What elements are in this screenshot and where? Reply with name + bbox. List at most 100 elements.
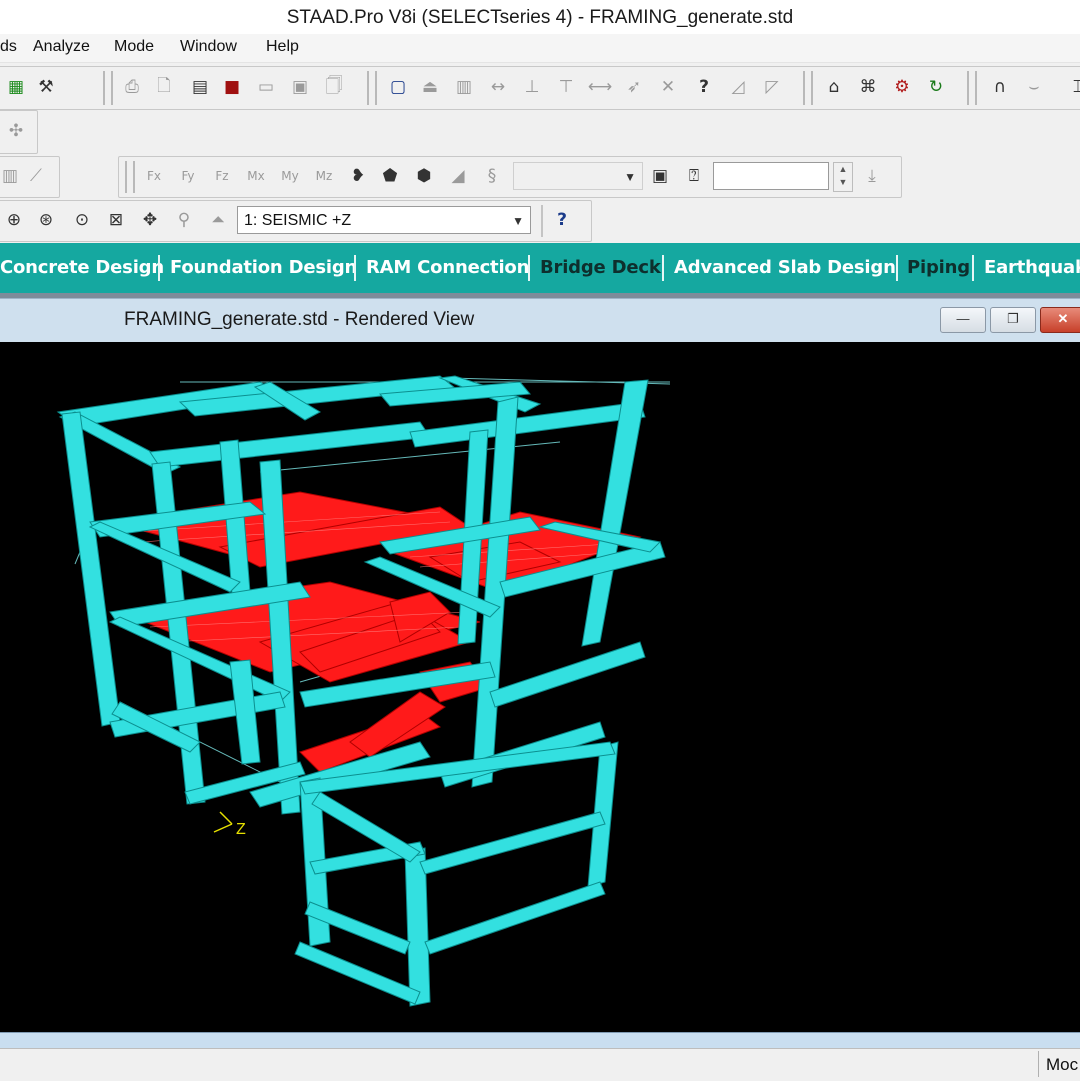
member-query-icon[interactable]: ⌘ — [855, 74, 881, 100]
toolbar-grip[interactable] — [967, 71, 977, 105]
beam-icon[interactable]: ▥ — [451, 74, 477, 100]
grid-icon[interactable]: ▥ — [0, 163, 23, 189]
restore-button[interactable]: ❐ — [990, 307, 1036, 333]
force-fx-button[interactable]: Fx — [141, 163, 167, 189]
selection-icon[interactable]: ✕ — [655, 74, 681, 100]
calculator-icon[interactable]: ▤ — [187, 74, 213, 100]
member-icon[interactable]: ⊤ — [553, 74, 579, 100]
magnify-icon[interactable]: ⊙ — [69, 207, 95, 233]
page-icon[interactable]: 🗍 — [321, 74, 347, 100]
help-icon[interactable]: ? — [549, 207, 575, 233]
toolbar-grip[interactable] — [367, 71, 377, 105]
load-case-select[interactable]: 1: SEISMIC +Z ▼ — [237, 206, 531, 234]
toolbar-separator — [541, 205, 543, 237]
search-icon[interactable]: ⚲ — [171, 207, 197, 233]
tab-piping[interactable]: Piping — [907, 253, 970, 283]
solid-icon[interactable]: ◸ — [759, 74, 785, 100]
report-icon[interactable]: ▣ — [287, 74, 313, 100]
scale-input[interactable] — [713, 162, 829, 190]
bend-icon[interactable]: ◢ — [445, 163, 471, 189]
cursor-icon[interactable]: ➶ — [621, 74, 647, 100]
menu-item-mode[interactable]: Mode — [114, 38, 154, 56]
help-icon[interactable]: ? — [691, 74, 717, 100]
angle-icon[interactable]: ⟋ — [23, 163, 49, 189]
tab-separator — [896, 255, 898, 281]
tab-separator — [662, 255, 664, 281]
child-window-titlebar[interactable]: FRAMING_generate.std - Rendered View — ❐… — [0, 298, 1080, 343]
ground-icon[interactable]: ⌣ — [1021, 74, 1047, 100]
support-icon[interactable]: ⏏ — [417, 74, 443, 100]
window-icon[interactable]: ▢ — [385, 74, 411, 100]
moment-my-button[interactable]: My — [277, 163, 303, 189]
property-icon[interactable]: ⚙ — [889, 74, 915, 100]
menu-item-commands[interactable]: ds — [0, 38, 17, 56]
zoom-out-icon[interactable]: ⊛ — [33, 207, 59, 233]
chevron-down-icon: ▼ — [512, 214, 524, 228]
spin-stepper[interactable]: ▲ ▼ — [833, 162, 853, 192]
toolbar-grip[interactable] — [125, 161, 135, 193]
zoom-window-icon[interactable]: ⊠ — [103, 207, 129, 233]
app-title: STAAD.Pro V8i (SELECTseries 4) - FRAMING… — [286, 7, 794, 28]
rotate-icon[interactable]: ✣ — [3, 118, 29, 144]
deflection-icon[interactable]: § — [479, 163, 505, 189]
tab-ram-connection[interactable]: RAM Connection — [366, 253, 529, 283]
download-icon[interactable]: ⤓ — [859, 163, 885, 189]
tab-foundation-design[interactable]: Foundation Design — [170, 253, 357, 283]
pan-icon[interactable]: ✥ — [137, 207, 163, 233]
structure-wizard-icon[interactable]: ⌂ — [821, 74, 847, 100]
section-icon[interactable]: ∩ — [987, 74, 1013, 100]
status-bar: Moc — [0, 1048, 1080, 1081]
minimize-button[interactable]: — — [940, 307, 986, 333]
force-fz-button[interactable]: Fz — [209, 163, 235, 189]
length-icon[interactable]: ⟷ — [587, 74, 613, 100]
force-combo[interactable]: ▼ — [513, 162, 643, 190]
menu-item-analyze[interactable]: Analyze — [33, 38, 90, 56]
tab-concrete-design[interactable]: Concrete Design — [0, 253, 164, 283]
structure-render: Z — [56, 375, 671, 1007]
snapshot-icon[interactable]: ▭ — [253, 74, 279, 100]
toolbar-row-2: ✣ — [0, 110, 38, 154]
view-icon[interactable]: ⏶ — [205, 207, 231, 233]
load-icon[interactable]: ↻ — [923, 74, 949, 100]
tab-advanced-slab-design[interactable]: Advanced Slab Design — [674, 253, 896, 283]
stress-icon[interactable]: ⬟ — [377, 163, 403, 189]
toolbar-row-4: ⊕ ⊛ ⊙ ⊠ ✥ ⚲ ⏶ 1: SEISMIC +Z ▼ ? — [0, 200, 592, 242]
tab-bridge-deck[interactable]: Bridge Deck — [540, 253, 661, 283]
build-icon[interactable]: ▦ — [3, 74, 29, 100]
close-button[interactable]: ✕ — [1040, 307, 1080, 333]
tab-separator — [158, 255, 160, 281]
toolbar-row-3a: ▥ ⟋ — [0, 156, 60, 198]
toolbar-grip[interactable] — [103, 71, 113, 105]
monitor-icon[interactable]: ▣ — [647, 163, 673, 189]
moment-mx-button[interactable]: Mx — [243, 163, 269, 189]
moment-mz-button[interactable]: Mz — [311, 163, 337, 189]
info-icon[interactable]: ⍰ — [681, 163, 707, 189]
toolbar-row-1: ▦ ⚒ ⎙ 🗋 ▤ ■ ▭ ▣ 🗍 ▢ ⏏ ▥ ↔ ⊥ ⊤ ⟷ ➶ ✕ ? ◿ … — [0, 66, 1080, 110]
menu-item-window[interactable]: Window — [180, 38, 237, 56]
status-mode-text: Moc — [1046, 1055, 1079, 1074]
app-title-bar: STAAD.Pro V8i (SELECTseries 4) - FRAMING… — [0, 0, 1080, 34]
child-window-title: FRAMING_generate.std - Rendered View — [124, 309, 475, 330]
print-preview-icon[interactable]: 🗋 — [151, 74, 177, 100]
camera-icon[interactable]: ■ — [219, 74, 245, 100]
hammer-icon[interactable]: ⚒ — [33, 74, 59, 100]
child-window-bottom-edge — [0, 1032, 1080, 1049]
print-icon[interactable]: ⎙ — [119, 74, 145, 100]
shear-icon[interactable]: ❥ — [345, 163, 371, 189]
menu-item-help[interactable]: Help — [266, 38, 299, 56]
force-fy-button[interactable]: Fy — [175, 163, 201, 189]
dimension-icon[interactable]: ↔ — [485, 74, 511, 100]
zoom-in-icon[interactable]: ⊕ — [1, 207, 27, 233]
tab-earthquake[interactable]: Earthquak — [984, 253, 1080, 283]
mode-tab-bar: Concrete Design Foundation Design RAM Co… — [0, 243, 1080, 293]
extra-icon[interactable]: ⌶ — [1065, 74, 1080, 100]
rendered-view[interactable]: Z — [0, 342, 1080, 1032]
tab-separator — [528, 255, 530, 281]
plate-icon[interactable]: ◿ — [725, 74, 751, 100]
axis-triad — [213, 811, 233, 833]
tab-separator — [972, 255, 974, 281]
node-icon[interactable]: ⊥ — [519, 74, 545, 100]
toolbar-grip[interactable] — [803, 71, 813, 105]
contour-icon[interactable]: ⬢ — [411, 163, 437, 189]
axis-label-z: Z — [236, 821, 246, 838]
